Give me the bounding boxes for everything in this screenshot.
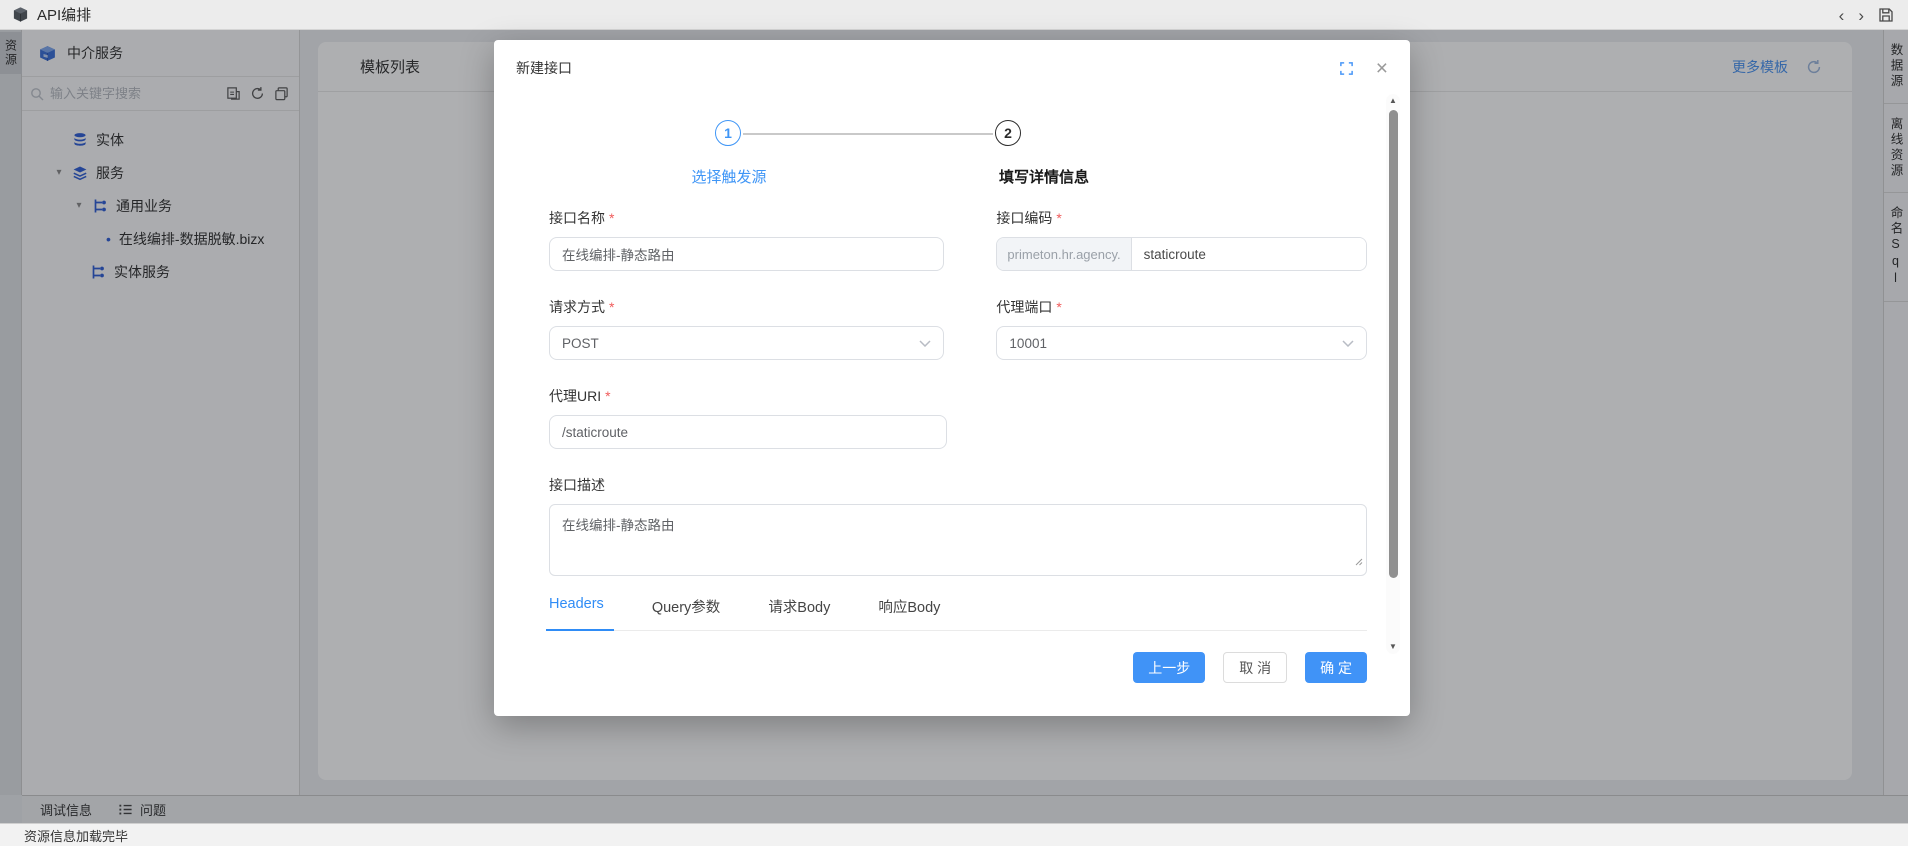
interface-description-textarea[interactable]: 在线编排-静态路由 bbox=[549, 504, 1367, 576]
scroll-up-icon[interactable]: ▲ bbox=[1389, 97, 1397, 105]
interface-code-input[interactable] bbox=[1132, 238, 1366, 270]
confirm-button[interactable]: 确 定 bbox=[1305, 652, 1367, 683]
interface-form: 接口名称* 接口编码* primeton.hr.agency. bbox=[549, 208, 1367, 683]
required-mark: * bbox=[1056, 210, 1061, 226]
modal-title: 新建接口 bbox=[516, 58, 572, 78]
tab-request-body[interactable]: 请求Body bbox=[768, 596, 830, 630]
tab-response-body[interactable]: 响应Body bbox=[878, 596, 940, 630]
step-1-label: 选择触发源 bbox=[648, 166, 810, 187]
name-label: 接口名称* bbox=[549, 208, 944, 228]
port-label: 代理端口* bbox=[996, 297, 1367, 317]
required-mark: * bbox=[1056, 299, 1061, 315]
app-screen: API编排 ‹ › 资源 中介服务 bbox=[0, 0, 1908, 846]
stepper-line bbox=[743, 133, 993, 135]
prev-step-button[interactable]: 上一步 bbox=[1133, 652, 1205, 683]
resize-handle-icon[interactable] bbox=[1353, 553, 1363, 571]
interface-code-group: primeton.hr.agency. bbox=[996, 237, 1367, 271]
method-label: 请求方式* bbox=[549, 297, 944, 317]
request-method-select[interactable]: POST bbox=[549, 326, 944, 360]
tab-headers[interactable]: Headers bbox=[549, 596, 604, 630]
app-logo-icon bbox=[12, 6, 29, 23]
code-prefix: primeton.hr.agency. bbox=[997, 238, 1131, 270]
scrollbar-thumb[interactable] bbox=[1389, 110, 1398, 578]
modal-footer: 上一步 取 消 确 定 bbox=[549, 652, 1367, 683]
fullscreen-icon[interactable] bbox=[1339, 61, 1354, 76]
wizard-stepper: 1 2 选择触发源 填写详情信息 bbox=[494, 120, 1410, 192]
proxy-uri-input[interactable] bbox=[549, 415, 947, 449]
titlebar: API编排 ‹ › bbox=[0, 0, 1908, 30]
proxy-port-select[interactable]: 10001 bbox=[996, 326, 1367, 360]
uri-label: 代理URI* bbox=[549, 386, 947, 406]
required-mark: * bbox=[605, 388, 610, 404]
modal-scrollbar[interactable]: ▲ ▼ bbox=[1386, 94, 1400, 654]
code-label: 接口编码* bbox=[996, 208, 1367, 228]
description-label: 接口描述 bbox=[549, 475, 1367, 495]
back-icon[interactable]: ‹ bbox=[1839, 7, 1845, 24]
app-title: API编排 bbox=[37, 4, 91, 25]
chevron-down-icon bbox=[919, 340, 931, 347]
new-interface-modal: 新建接口 × 1 2 选择触发源 填写详情信息 接口名称* bbox=[494, 40, 1410, 716]
forward-icon[interactable]: › bbox=[1858, 7, 1864, 24]
cancel-button[interactable]: 取 消 bbox=[1223, 652, 1287, 683]
save-icon[interactable] bbox=[1878, 7, 1894, 23]
statusbar: 资源信息加载完毕 bbox=[0, 823, 1908, 846]
step-2-circle: 2 bbox=[995, 120, 1021, 146]
required-mark: * bbox=[609, 210, 614, 226]
tab-query-params[interactable]: Query参数 bbox=[652, 596, 721, 630]
step-1-circle: 1 bbox=[715, 120, 741, 146]
scroll-down-icon[interactable]: ▼ bbox=[1389, 643, 1397, 651]
chevron-down-icon bbox=[1342, 340, 1354, 347]
required-mark: * bbox=[609, 299, 614, 315]
close-icon[interactable]: × bbox=[1376, 58, 1388, 79]
step-2-label: 填写详情信息 bbox=[944, 166, 1144, 187]
status-text: 资源信息加载完毕 bbox=[24, 826, 128, 845]
interface-name-input[interactable] bbox=[549, 237, 944, 271]
param-tabs: Headers Query参数 请求Body 响应Body bbox=[549, 596, 1367, 631]
